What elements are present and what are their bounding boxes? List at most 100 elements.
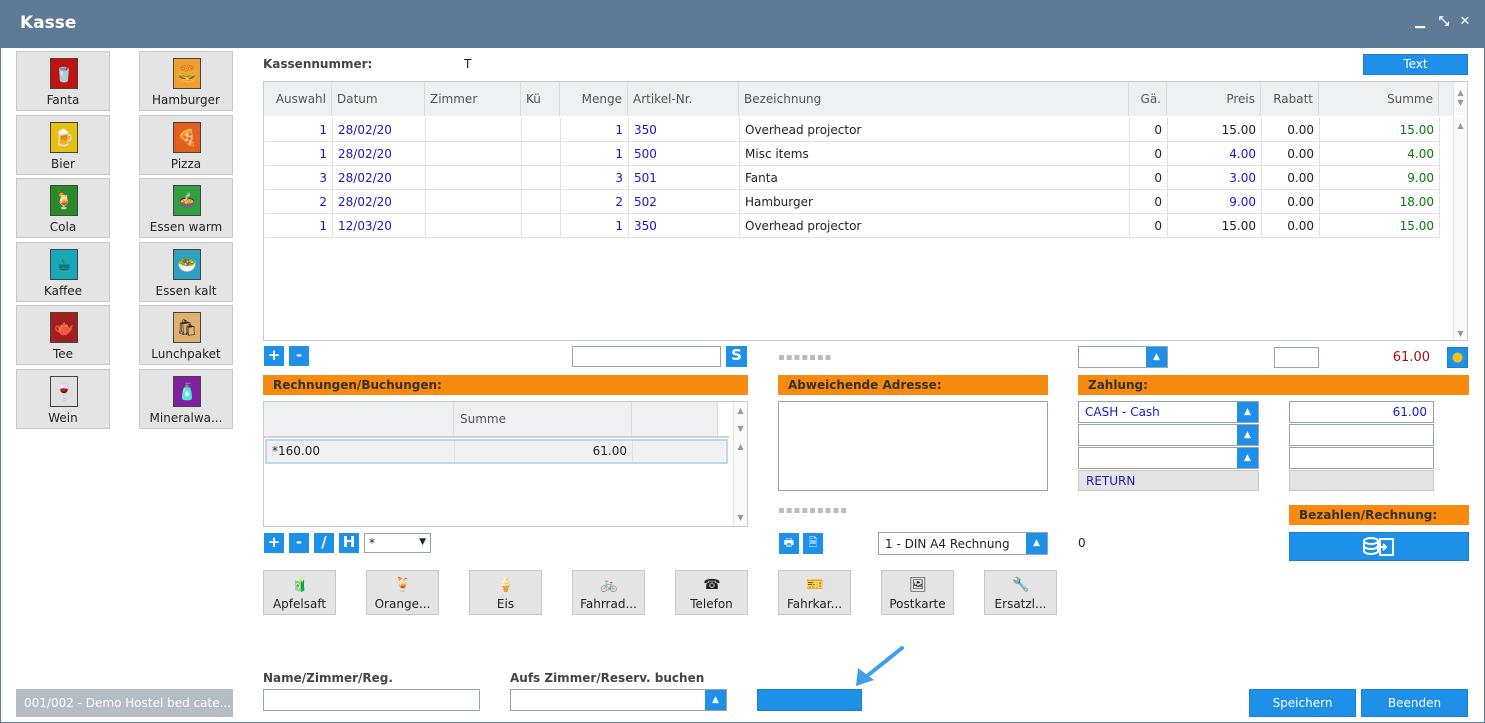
quick-item-ersatzl[interactable]: 🔧 Ersatzl...	[984, 570, 1057, 615]
restore-icon[interactable]: ⤡	[1437, 14, 1451, 29]
payment-method-1-dropdown[interactable]: CASH - Cash ▲	[1078, 401, 1259, 423]
dropdown-arrow-icon[interactable]: ▲	[1237, 402, 1258, 422]
dropdown-arrow-icon[interactable]: ▲	[1237, 448, 1258, 468]
scroll-up-icon[interactable]: ▲	[734, 406, 747, 415]
quick-item-apfelsaft[interactable]: 🧃 Apfelsaft	[263, 570, 336, 615]
apple-juice-icon: 🧃	[291, 577, 309, 593]
table-row[interactable]: 1 12/03/20 1 350 Overhead projector 0 15.00 0.0…	[265, 214, 1440, 238]
cell-datum: 12/03/20	[333, 214, 426, 238]
product-button-essen-kalt[interactable]: 🥗 Essen kalt	[139, 241, 233, 302]
column-header-summe[interactable]: Summe	[1319, 82, 1439, 116]
rechnungen-scrollbar[interactable]: ▲ ▼ ▲ ▼	[733, 402, 747, 526]
h-button[interactable]: H	[339, 533, 359, 553]
quick-item-fahrkar[interactable]: 🎫 Fahrkar...	[778, 570, 851, 615]
dropdown-arrow-icon[interactable]: ▲	[705, 690, 726, 710]
scroll-down-icon[interactable]: ▼	[734, 424, 747, 433]
table-row[interactable]: 2 28/02/20 2 502 Hamburger 0 9.00 0.00 18.00	[265, 190, 1440, 214]
payment-method-2-dropdown[interactable]: ▲	[1078, 424, 1259, 446]
quick-item-fahrrad[interactable]: 🚲 Fahrrad...	[572, 570, 645, 615]
table-scrollbar[interactable]: ▲ ▼	[1453, 117, 1467, 340]
scroll-down-icon[interactable]: ▼	[1454, 329, 1467, 338]
aufs-zimmer-dropdown[interactable]: ▲	[510, 689, 727, 711]
product-button-kaffee[interactable]: ☕ Kaffee	[16, 241, 110, 302]
product-button-mineralwa[interactable]: 🧴 Mineralwa...	[139, 368, 233, 429]
product-label: Pizza	[170, 156, 202, 171]
chevron-down-icon[interactable]: ▼	[419, 537, 426, 547]
quick-item-telefon[interactable]: ☎ Telefon	[675, 570, 748, 615]
product-button-wein[interactable]: 🍷 Wein	[16, 368, 110, 429]
cell-preis: 3.00	[1168, 166, 1262, 190]
add-invoice-button[interactable]: +	[264, 533, 284, 553]
scroll-up-icon[interactable]: ▲	[734, 442, 747, 451]
quick-item-eis[interactable]: 🍦 Eis	[469, 570, 542, 615]
column-header-ga[interactable]: Gä.	[1129, 82, 1167, 116]
cell-menge: 1	[561, 118, 629, 142]
product-button-essen-warm[interactable]: 🍲 Essen warm	[139, 178, 233, 238]
product-button-fanta[interactable]: 🥤 Fanta	[16, 51, 110, 111]
minimize-icon[interactable]: ▁	[1413, 14, 1427, 29]
name-zimmer-label: Name/Zimmer/Reg.	[263, 671, 393, 685]
cell-menge: 2	[561, 190, 629, 214]
cell-bez: Fanta	[740, 166, 1130, 190]
remove-invoice-button[interactable]: -	[289, 533, 309, 553]
print-format-dropdown[interactable]: 1 - DIN A4 Rechnung ▲	[878, 532, 1048, 555]
add-row-button[interactable]: +	[264, 346, 284, 366]
remove-row-button[interactable]: -	[289, 346, 309, 366]
rechnungen-row[interactable]: *160.00 61.00	[265, 439, 728, 464]
book-room-button[interactable]	[757, 689, 862, 711]
column-header-preis[interactable]: Preis	[1167, 82, 1261, 116]
column-header-artikel[interactable]: Artikel-Nr.	[628, 82, 739, 116]
text-button[interactable]: Text	[1363, 54, 1468, 75]
header-scroll-arrows[interactable]: ▲ ▼	[1453, 82, 1467, 116]
cell-summe: 15.00	[1320, 118, 1440, 142]
close-icon[interactable]: ✕	[1458, 14, 1472, 29]
column-header-ku[interactable]: Kü	[521, 82, 560, 116]
payment-method-3-dropdown[interactable]: ▲	[1078, 447, 1259, 469]
product-label: Fanta	[46, 93, 80, 107]
invoice-filter-select[interactable]: * ▼	[364, 533, 431, 553]
column-header-zimmer[interactable]: Zimmer	[425, 82, 521, 116]
product-button-tee[interactable]: 🫖 Tee	[16, 305, 110, 365]
payment-amount-2[interactable]	[1289, 424, 1434, 446]
dropdown-arrow-icon[interactable]: ▲	[1146, 347, 1167, 367]
column-header-datum[interactable]: Datum	[332, 82, 425, 116]
table-row[interactable]: 1 28/02/20 1 350 Overhead projector 0 15.00 0.0…	[265, 118, 1440, 142]
close-button[interactable]: Beenden	[1361, 689, 1468, 717]
search-s-button[interactable]: S	[726, 346, 747, 367]
scroll-up-icon[interactable]: ▲	[1454, 121, 1467, 130]
product-button-pizza[interactable]: 🍕 Pizza	[139, 114, 233, 175]
table-row[interactable]: 1 28/02/20 1 500 Misc items 0 4.00 0.00 4.00	[265, 142, 1440, 166]
pay-invoice-button[interactable]	[1289, 532, 1469, 561]
column-header-menge[interactable]: Menge	[560, 82, 628, 116]
column-header-auswahl[interactable]: Auswahl	[264, 82, 332, 116]
payment-amount-1[interactable]: 61.00	[1289, 401, 1434, 423]
scroll-down-icon[interactable]: ▼	[734, 513, 747, 522]
column-header-rabatt[interactable]: Rabatt	[1261, 82, 1319, 116]
coins-icon[interactable]: ●	[1447, 347, 1468, 368]
cell-ga: 0	[1130, 214, 1168, 238]
cell-ga: 0	[1130, 142, 1168, 166]
product-button-cola[interactable]: 🍹 Cola	[16, 178, 110, 238]
product-button-bier[interactable]: 🍺 Bier	[16, 114, 110, 175]
table-row[interactable]: 3 28/02/20 3 501 Fanta 0 3.00 0.00 9.00	[265, 166, 1440, 190]
address-textarea[interactable]	[778, 401, 1048, 491]
save-button[interactable]: Speichern	[1249, 689, 1356, 717]
quick-item-postkarte[interactable]: 🖼 Postkarte	[881, 570, 954, 615]
search-input[interactable]	[572, 346, 721, 367]
product-label: Lunchpaket	[151, 347, 221, 361]
selection-dropdown[interactable]: ▲	[1078, 346, 1168, 368]
cell-summe: 18.00	[1320, 190, 1440, 214]
quick-item-orange[interactable]: 🍹 Orange...	[366, 570, 439, 615]
column-header-bez[interactable]: Bezeichnung	[739, 82, 1129, 116]
discount-input[interactable]	[1274, 347, 1319, 368]
split-invoice-button[interactable]: /	[314, 533, 334, 553]
name-zimmer-input[interactable]	[263, 689, 480, 711]
document-icon[interactable]: 🗎	[803, 533, 823, 554]
product-button-lunchpaket[interactable]: 🛍 Lunchpaket	[139, 305, 233, 365]
dropdown-arrow-icon[interactable]: ▲	[1237, 425, 1258, 445]
product-button-hamburger[interactable]: 🍔 Hamburger	[139, 51, 233, 111]
dropdown-arrow-icon[interactable]: ▲	[1026, 533, 1047, 554]
payment-amount-3[interactable]	[1289, 447, 1434, 469]
print-icon[interactable]: 🖶	[779, 533, 799, 554]
hostel-selector[interactable]: 001/002 - Demo Hostel bed cate...	[16, 689, 233, 717]
